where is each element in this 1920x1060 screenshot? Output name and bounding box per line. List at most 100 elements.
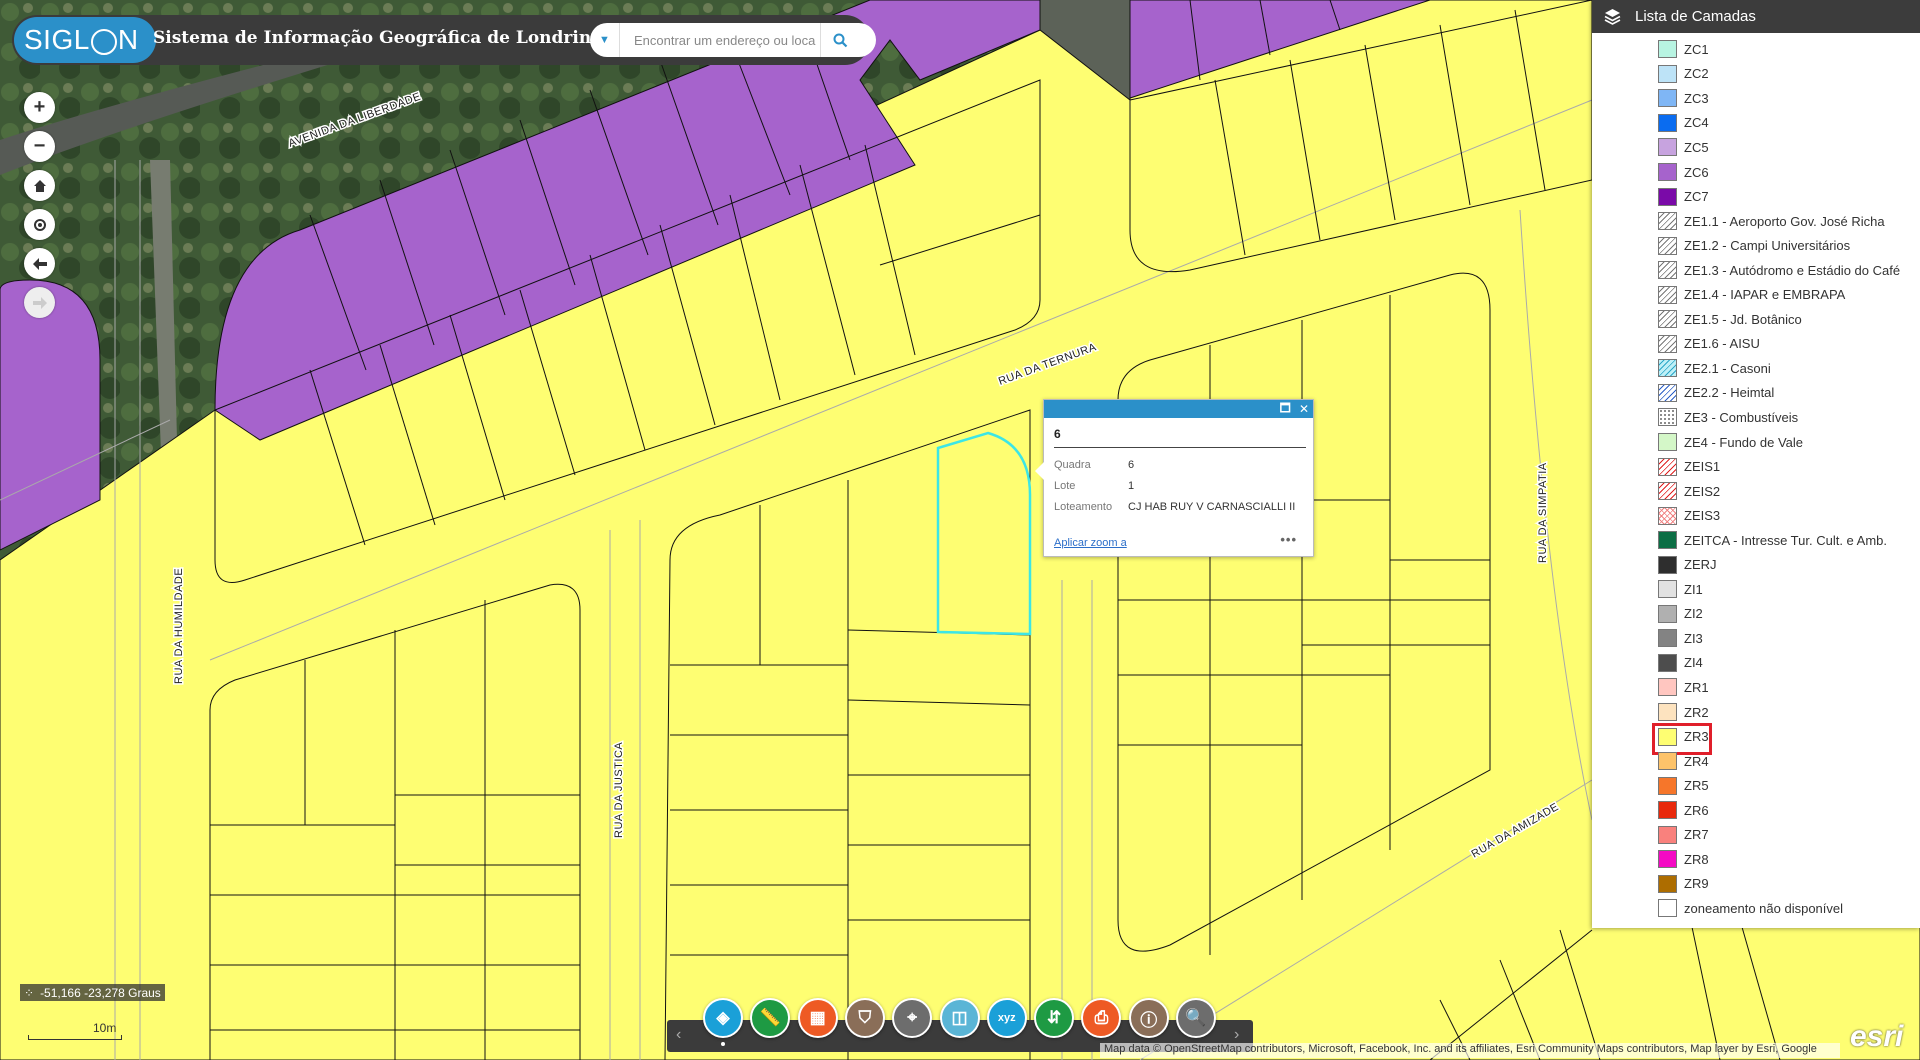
- info-tool-button[interactable]: ⓘ: [1128, 998, 1169, 1038]
- zoom-to-link[interactable]: Aplicar zoom a: [1054, 537, 1127, 549]
- legend-item[interactable]: ZE4 - Fundo de Vale: [1592, 430, 1920, 455]
- legend-item[interactable]: ZI4: [1592, 651, 1920, 676]
- legend-item[interactable]: ZR9: [1592, 872, 1920, 897]
- legend-item[interactable]: ZE2.2 - Heimtal: [1592, 381, 1920, 406]
- legend-label: ZR2: [1684, 704, 1709, 720]
- legend-swatch: [1658, 678, 1677, 697]
- legend-item[interactable]: ZEIS1: [1592, 454, 1920, 479]
- legend-item[interactable]: ZC3: [1592, 86, 1920, 111]
- legend-item[interactable]: ZR8: [1592, 847, 1920, 872]
- legend-item[interactable]: ZEITCA - Intresse Tur. Cult. e Amb.: [1592, 528, 1920, 553]
- legend-item[interactable]: ZC4: [1592, 111, 1920, 136]
- filter-tool-button[interactable]: ⛉: [844, 998, 885, 1038]
- table-row: Lote 1: [1054, 475, 1295, 496]
- maximize-icon[interactable]: 🗖: [1280, 399, 1291, 420]
- legend-label: ZR3: [1684, 729, 1709, 745]
- legend-item[interactable]: ZC7: [1592, 184, 1920, 209]
- legend-item[interactable]: ZI3: [1592, 626, 1920, 651]
- legend-swatch: [1658, 506, 1677, 525]
- search-input[interactable]: [620, 23, 820, 57]
- legend-swatch: [1658, 138, 1677, 157]
- arrow-right-icon: [32, 296, 47, 309]
- next-extent-button[interactable]: [24, 287, 55, 318]
- legend-item[interactable]: ZE1.2 - Campi Universitários: [1592, 233, 1920, 258]
- legend-item[interactable]: zoneamento não disponível: [1592, 896, 1920, 921]
- search-button[interactable]: [820, 23, 860, 57]
- legend-item[interactable]: ZR3: [1592, 723, 1920, 755]
- street-label-justica: RUA DA JUSTICA: [613, 742, 625, 838]
- legend-label: ZR5: [1684, 778, 1709, 794]
- close-icon[interactable]: ✕: [1299, 402, 1309, 416]
- legend-item[interactable]: ZR1: [1592, 675, 1920, 700]
- filter-tool-icon: ⛉: [858, 1008, 872, 1027]
- siglon-logo[interactable]: SIGL N: [14, 17, 156, 63]
- coordinate-text: -51,166 -23,278 Graus: [40, 985, 161, 1000]
- legend-label: ZERJ: [1684, 557, 1717, 573]
- share-tool-button[interactable]: ⇵: [1034, 998, 1075, 1038]
- legend-swatch: [1658, 187, 1677, 206]
- legend-item[interactable]: ZE1.6 - AISU: [1592, 332, 1920, 357]
- info-tool-icon: ⓘ: [1140, 1010, 1158, 1030]
- active-tool-indicator: [721, 1042, 725, 1046]
- legend-label: ZEITCA - Intresse Tur. Cult. e Amb.: [1684, 532, 1888, 548]
- legend-swatch: [1658, 89, 1677, 108]
- swipe-tool-icon: ◫: [951, 1008, 968, 1027]
- legend-swatch: [1658, 457, 1677, 476]
- legend-swatch: [1658, 482, 1677, 501]
- legend-item[interactable]: ZE3 - Combustíveis: [1592, 405, 1920, 430]
- legend-item[interactable]: ZR5: [1592, 773, 1920, 798]
- popup-attributes: Quadra 6 Lote 1 Loteamento CJ HAB RUY V CAR…: [1054, 454, 1295, 517]
- legend-label: ZE2.1 - Casoni: [1684, 360, 1771, 376]
- basemap-tool-button[interactable]: ▦: [797, 998, 838, 1038]
- legend-label: ZC3: [1684, 90, 1709, 106]
- toolbar-prev-icon[interactable]: ‹: [676, 1026, 681, 1044]
- legend-item[interactable]: ZERJ: [1592, 552, 1920, 577]
- layers-tool-button[interactable]: ◈: [703, 998, 743, 1038]
- legend-item[interactable]: ZE1.3 - Autódromo e Estádio do Café: [1592, 258, 1920, 283]
- toolbar-next-icon[interactable]: ›: [1234, 1026, 1239, 1044]
- popup-titlebar: 🗖 ✕: [1044, 400, 1313, 418]
- home-button[interactable]: [24, 170, 55, 201]
- legend-item[interactable]: ZR7: [1592, 823, 1920, 848]
- previous-extent-button[interactable]: [24, 248, 55, 279]
- coordinate-readout[interactable]: ⁘ -51,166 -23,278 Graus: [20, 984, 165, 1001]
- draw-tool-button[interactable]: ⌖: [892, 998, 933, 1038]
- legend-item[interactable]: ZEIS3: [1592, 503, 1920, 528]
- legend-label: ZC6: [1684, 164, 1709, 180]
- legend-item[interactable]: ZC2: [1592, 62, 1920, 87]
- attr-key: Loteamento: [1054, 500, 1113, 513]
- zoom-in-button[interactable]: +: [24, 92, 55, 123]
- zoom-out-button[interactable]: −: [24, 131, 55, 162]
- legend-item[interactable]: ZE2.1 - Casoni: [1592, 356, 1920, 381]
- legend-swatch: [1658, 555, 1677, 574]
- legend-item[interactable]: ZI2: [1592, 602, 1920, 627]
- popup-divider: [1054, 447, 1306, 448]
- swipe-tool-button[interactable]: ◫: [939, 998, 980, 1038]
- legend-item[interactable]: ZE1.5 - Jd. Botânico: [1592, 307, 1920, 332]
- crosshair-icon: ⁘: [24, 985, 35, 1000]
- legend-label: ZI4: [1684, 655, 1703, 671]
- legend-swatch: [1658, 850, 1677, 869]
- search-source-dropdown[interactable]: ▼: [590, 23, 620, 57]
- layer-list-header: Lista de Camadas: [1592, 0, 1920, 33]
- popup-title: 6: [1054, 427, 1061, 441]
- legend-item[interactable]: ZEIS2: [1592, 479, 1920, 504]
- xyz-tool-button[interactable]: xyz: [986, 998, 1027, 1038]
- legend-item[interactable]: ZR4: [1592, 749, 1920, 774]
- legend-label: ZEIS2: [1684, 483, 1721, 499]
- more-actions-button[interactable]: •••: [1280, 532, 1297, 547]
- legend-item[interactable]: ZI1: [1592, 577, 1920, 602]
- legend-item[interactable]: ZC1: [1592, 37, 1920, 62]
- app-header: SIGL N Sistema de Informação Geográfica d…: [12, 15, 876, 65]
- esri-logo: esri: [1850, 1020, 1904, 1053]
- legend-item[interactable]: ZR6: [1592, 798, 1920, 823]
- query-tool-button[interactable]: 🔍: [1176, 998, 1216, 1038]
- legend-swatch: [1658, 703, 1677, 722]
- legend-item[interactable]: ZC6: [1592, 160, 1920, 185]
- legend-item[interactable]: ZE1.4 - IAPAR e EMBRAPA: [1592, 282, 1920, 307]
- legend-item[interactable]: ZR2: [1592, 700, 1920, 725]
- locate-button[interactable]: [24, 209, 55, 240]
- legend-item[interactable]: ZE1.1 - Aeroporto Gov. José Richa: [1592, 209, 1920, 234]
- legend-item[interactable]: ZC5: [1592, 135, 1920, 160]
- legend-label: ZE1.3 - Autódromo e Estádio do Café: [1684, 262, 1901, 278]
